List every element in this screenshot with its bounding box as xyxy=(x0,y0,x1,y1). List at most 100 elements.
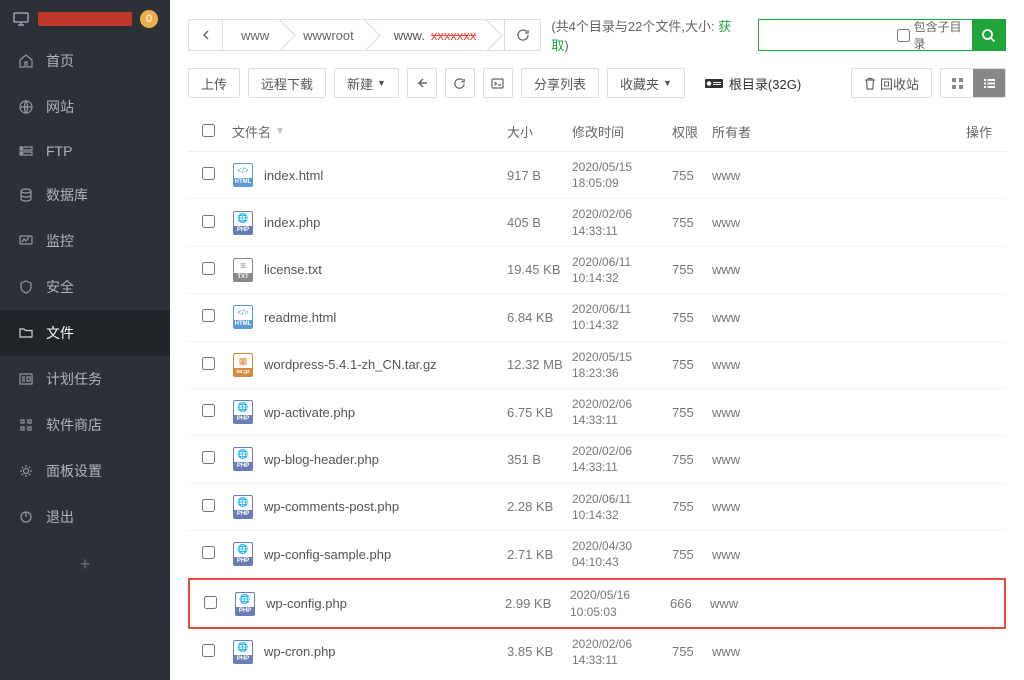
reload-button[interactable] xyxy=(504,20,540,50)
table-row[interactable]: license.txt19.45 KB2020/06/1110:14:32755… xyxy=(188,247,1006,294)
table-row[interactable]: wp-blog-header.php351 B2020/02/0614:33:1… xyxy=(188,436,1006,483)
file-size: 19.45 KB xyxy=(507,262,572,277)
table-row[interactable]: wp-comments-post.php2.28 KB2020/06/1110:… xyxy=(188,484,1006,531)
file-owner: www xyxy=(712,357,952,372)
terminal-button[interactable] xyxy=(483,68,513,98)
row-checkbox[interactable] xyxy=(202,644,215,657)
file-txt-icon xyxy=(232,258,254,282)
sidebar-item-monitor[interactable]: 监控 xyxy=(0,218,170,264)
file-name: wp-activate.php xyxy=(264,405,355,420)
refresh-button[interactable] xyxy=(445,68,475,98)
sidebar-item-home[interactable]: 首页 xyxy=(0,38,170,84)
file-date: 2020/04/3004:10:43 xyxy=(572,538,672,570)
sidebar-item-gear[interactable]: 面板设置 xyxy=(0,448,170,494)
crumb-www[interactable]: www xyxy=(223,20,285,50)
root-dir[interactable]: 根目录(32G) xyxy=(705,74,801,93)
search-button[interactable] xyxy=(972,20,1005,50)
file-size: 2.28 KB xyxy=(507,499,572,514)
sidebar-item-globe[interactable]: 网站 xyxy=(0,84,170,130)
file-name: wp-config.php xyxy=(266,596,347,611)
power-icon xyxy=(18,509,34,525)
home-icon xyxy=(18,53,34,69)
sidebar-item-tasks[interactable]: 计划任务 xyxy=(0,356,170,402)
sidebar-item-folder[interactable]: 文件 xyxy=(0,310,170,356)
sidebar-item-label: 首页 xyxy=(46,51,74,71)
sidebar-item-power[interactable]: 退出 xyxy=(0,494,170,540)
file-size: 12.32 MB xyxy=(507,357,572,372)
share-list-button[interactable]: 分享列表 xyxy=(521,68,599,98)
back-button[interactable] xyxy=(407,68,437,98)
table-row[interactable]: index.html917 B2020/05/1518:05:09755www xyxy=(188,152,1006,199)
new-button[interactable]: 新建▼ xyxy=(334,68,399,98)
nav-back-button[interactable] xyxy=(189,20,223,50)
table-row[interactable]: wp-config.php2.99 KB2020/05/1610:05:0366… xyxy=(188,578,1006,628)
server-name xyxy=(38,12,132,26)
list-view-button[interactable] xyxy=(973,69,1005,97)
monitor-icon xyxy=(12,12,30,26)
favorites-button[interactable]: 收藏夹▼ xyxy=(607,68,685,98)
select-all-checkbox[interactable] xyxy=(202,124,215,137)
file-name: wp-config-sample.php xyxy=(264,547,391,562)
file-php-icon xyxy=(232,495,254,519)
file-perm: 755 xyxy=(672,262,712,277)
trash-button[interactable]: 回收站 xyxy=(851,68,932,98)
row-checkbox[interactable] xyxy=(202,262,215,275)
file-name: wp-blog-header.php xyxy=(264,452,379,467)
file-owner: www xyxy=(712,215,952,230)
row-checkbox[interactable] xyxy=(202,499,215,512)
sidebar-item-database[interactable]: 数据库 xyxy=(0,172,170,218)
table-row[interactable]: index.php405 B2020/02/0614:33:11755www xyxy=(188,199,1006,246)
table-row[interactable]: wp-cron.php3.85 KB2020/02/0614:33:11755w… xyxy=(188,629,1006,664)
grid-view-button[interactable] xyxy=(941,69,973,97)
table-row[interactable]: readme.html6.84 KB2020/06/1110:14:32755w… xyxy=(188,294,1006,341)
row-checkbox[interactable] xyxy=(202,357,215,370)
file-owner: www xyxy=(712,310,952,325)
file-owner: www xyxy=(712,168,952,183)
crumb-wwwroot[interactable]: wwwroot xyxy=(285,20,370,50)
file-php-icon xyxy=(234,592,256,616)
row-checkbox[interactable] xyxy=(202,309,215,322)
dir-info: (共4个目录与22个文件,大小: 获取) xyxy=(551,16,737,54)
row-checkbox[interactable] xyxy=(202,167,215,180)
table-row[interactable]: wp-config-sample.php2.71 KB2020/04/3004:… xyxy=(188,531,1006,578)
breadcrumb: www wwwroot www.xxxxxxx xyxy=(188,19,541,51)
file-size: 3.85 KB xyxy=(507,644,572,659)
file-size: 351 B xyxy=(507,452,572,467)
notification-badge[interactable]: 0 xyxy=(140,10,158,28)
col-size[interactable]: 大小 xyxy=(507,122,572,141)
file-perm: 755 xyxy=(672,547,712,562)
table-header: 文件名▼ 大小 修改时间 权限 所有者 操作 xyxy=(188,112,1006,152)
sidebar-item-ftp[interactable]: FTP xyxy=(0,130,170,172)
row-checkbox[interactable] xyxy=(202,451,215,464)
crumb-current[interactable]: www.xxxxxxx xyxy=(370,20,493,50)
sidebar-item-label: 文件 xyxy=(46,323,74,343)
sidebar-item-shield[interactable]: 安全 xyxy=(0,264,170,310)
file-name: readme.html xyxy=(264,310,336,325)
tasks-icon xyxy=(18,371,34,387)
col-own: 所有者 xyxy=(712,122,952,141)
file-owner: www xyxy=(712,644,952,659)
row-checkbox[interactable] xyxy=(202,215,215,228)
search-input[interactable] xyxy=(759,28,889,43)
sidebar-item-label: 监控 xyxy=(46,231,74,251)
table-row[interactable]: wordpress-5.4.1-zh_CN.tar.gz12.32 MB2020… xyxy=(188,342,1006,389)
file-owner: www xyxy=(712,499,952,514)
sidebar-item-label: 计划任务 xyxy=(46,369,102,389)
include-subdir-label[interactable]: 包含子目录 xyxy=(889,18,972,52)
table-row[interactable]: wp-activate.php6.75 KB2020/02/0614:33:11… xyxy=(188,389,1006,436)
upload-button[interactable]: 上传 xyxy=(188,68,240,98)
include-subdir-checkbox[interactable] xyxy=(897,29,910,42)
file-perm: 755 xyxy=(672,215,712,230)
sidebar-item-label: 安全 xyxy=(46,277,74,297)
remote-download-button[interactable]: 远程下载 xyxy=(248,68,326,98)
sidebar-item-store[interactable]: 软件商店 xyxy=(0,402,170,448)
folder-icon xyxy=(18,325,34,341)
col-name[interactable]: 文件名▼ xyxy=(232,122,507,141)
file-php-icon xyxy=(232,542,254,566)
row-checkbox[interactable] xyxy=(202,404,215,417)
row-checkbox[interactable] xyxy=(204,596,217,609)
row-checkbox[interactable] xyxy=(202,546,215,559)
add-menu-button[interactable]: + xyxy=(0,540,170,589)
col-date[interactable]: 修改时间 xyxy=(572,122,672,141)
store-icon xyxy=(18,417,34,433)
